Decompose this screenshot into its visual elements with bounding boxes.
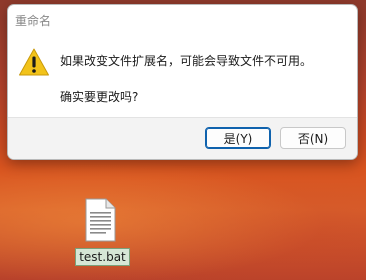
warning-icon (19, 48, 49, 76)
file-name-label[interactable]: test.bat (75, 248, 130, 266)
dialog-message: 如果改变文件扩展名，可能会导致文件不可用。 (60, 54, 313, 68)
dialog-title: 重命名 (15, 14, 52, 28)
no-button[interactable]: 否(N) (280, 127, 346, 149)
yes-button[interactable]: 是(Y) (205, 127, 271, 149)
text-file-icon[interactable] (82, 198, 118, 242)
desktop-wallpaper-glow (0, 150, 366, 280)
rename-dialog: 重命名 如果改变文件扩展名，可能会导致文件不可用。 确实要更改吗? 是(Y) 否… (7, 4, 358, 160)
dialog-question: 确实要更改吗? (60, 90, 139, 104)
dialog-button-bar: 是(Y) 否(N) (8, 117, 357, 159)
